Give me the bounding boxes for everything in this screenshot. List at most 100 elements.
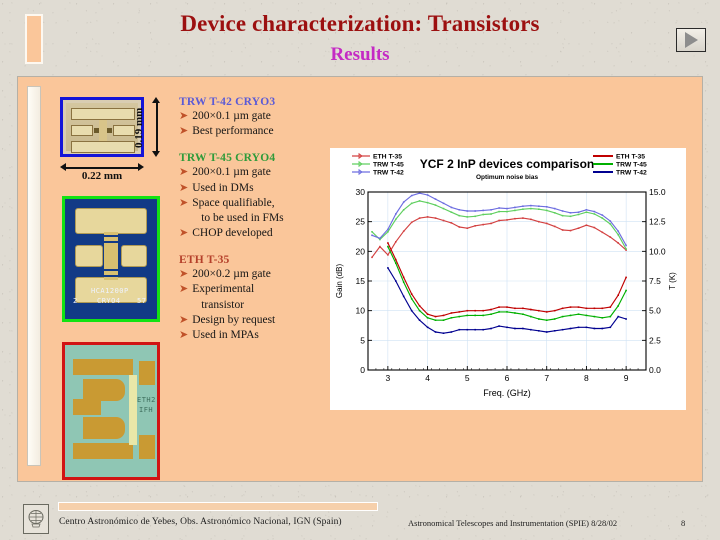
bullet-line: to be used in FMs (201, 211, 284, 224)
bullet-text: Design by request (192, 313, 276, 326)
bullet-text: 200×0.2 µm gate (192, 268, 271, 281)
bullet-line: Experimental (192, 283, 255, 296)
svg-text:0.0: 0.0 (649, 365, 661, 375)
svg-text:TRW T-45: TRW T-45 (616, 162, 647, 169)
bullet-text: 200×0.1 µm gate (192, 110, 271, 122)
group-heading: TRW T-42 CRYO3 (179, 96, 276, 108)
svg-text:7.5: 7.5 (649, 276, 661, 286)
bullet-marker-icon: ➤ (179, 181, 189, 194)
bullet-text-column: TRW T-42 CRYO3 ➤ 200×0.1 µm gate ➤ Best … (179, 96, 327, 345)
dimension-label-height: 0.19 mm (133, 107, 145, 149)
svg-text:12.5: 12.5 (649, 217, 666, 227)
svg-text:5: 5 (360, 335, 365, 345)
svg-text:15: 15 (356, 276, 366, 286)
bullet-text: Space qualifiable, to be used in FMs (192, 196, 327, 226)
bullet-item: ➤ Used in DMs (179, 181, 327, 196)
bullet-text: Used in DMs (192, 181, 254, 194)
svg-text:ETH T-35: ETH T-35 (616, 154, 645, 161)
chip2-label-cryo: CRYO4 (97, 297, 121, 305)
svg-text:7: 7 (544, 373, 549, 383)
bullet-marker-icon: ➤ (179, 328, 189, 341)
header-accent-block (25, 14, 43, 64)
svg-text:4: 4 (425, 373, 430, 383)
play-triangle-icon (684, 32, 698, 48)
svg-text:ETH T-35: ETH T-35 (373, 154, 402, 161)
page-subtitle: Results (330, 44, 390, 65)
footer-page-number: 8 (681, 518, 686, 528)
page-title: Device characterization: Transistors (180, 11, 540, 36)
bullet-marker-icon: ➤ (179, 313, 189, 326)
group-heading: TRW T-45 CRYO4 (179, 152, 276, 165)
svg-text:2.5: 2.5 (649, 335, 661, 345)
svg-text:10.0: 10.0 (649, 246, 666, 256)
footer-institution: Centro Astronómico de Yebes, Obs. Astron… (59, 517, 342, 527)
svg-text:5: 5 (465, 373, 470, 383)
bullet-marker-icon: ➤ (179, 110, 189, 122)
chip2-label-num1: 2 (73, 297, 78, 305)
group-trw-t42: TRW T-42 CRYO3 ➤ 200×0.1 µm gate ➤ Best … (179, 96, 327, 139)
chip2-label-num2: 57 (137, 297, 147, 305)
chip-photo-trw-t45: HCA1200P CRYO4 2 57 (62, 196, 160, 322)
chip3-label-eth: ETH2 (137, 396, 156, 404)
svg-text:YCF 2 InP devices comparison: YCF 2 InP devices comparison (420, 157, 595, 171)
footer-accent-bar (58, 502, 378, 511)
observatory-logo-icon (23, 504, 49, 534)
bullet-marker-icon: ➤ (179, 166, 189, 179)
chart-container: YCF 2 InP devices comparison Optimum nois… (330, 148, 686, 410)
panel-side-bar (27, 86, 41, 466)
svg-text:8: 8 (584, 373, 589, 383)
svg-text:T (K): T (K) (668, 272, 677, 290)
footer-conference: Astronomical Telescopes and Instrumentat… (408, 518, 618, 528)
dimension-label-width: 0.22 mm (81, 170, 123, 182)
bullet-item: ➤ CHOP developed (179, 226, 327, 241)
bullet-item: ➤ Experimental transistor (179, 282, 327, 312)
svg-text:20: 20 (356, 246, 366, 256)
svg-text:TRW T-42: TRW T-42 (373, 170, 404, 177)
svg-text:TRW T-42: TRW T-42 (616, 170, 647, 177)
dimension-arrow-vertical (152, 97, 161, 157)
svg-text:Optimum noise bias: Optimum noise bias (476, 174, 539, 181)
bullet-text: Used in MPAs (192, 328, 259, 341)
svg-text:15.0: 15.0 (649, 187, 666, 197)
bullet-item: ➤ Space qualifiable, to be used in FMs (179, 196, 327, 226)
svg-text:6: 6 (505, 373, 510, 383)
svg-text:9: 9 (624, 373, 629, 383)
chip-photo-trw-t42 (60, 97, 144, 157)
bullet-item: ➤ 200×0.2 µm gate (179, 267, 327, 282)
bullet-marker-icon: ➤ (179, 227, 189, 240)
bullet-text: Experimental transistor (192, 282, 327, 312)
bullet-marker-icon: ➤ (179, 268, 189, 281)
bullet-line: transistor (201, 298, 245, 311)
bullet-marker-icon: ➤ (179, 125, 189, 138)
group-heading: ETH T-35 (179, 254, 230, 267)
svg-text:25: 25 (356, 217, 366, 227)
svg-text:0: 0 (360, 365, 365, 375)
next-slide-button[interactable] (676, 28, 706, 52)
bullet-text: 200×0.1 µm gate (192, 166, 271, 179)
bullet-marker-icon: ➤ (179, 196, 189, 209)
svg-text:Freq. (GHz): Freq. (GHz) (483, 388, 531, 398)
chip2-label-part: HCA1200P (91, 287, 129, 295)
devices-comparison-chart: YCF 2 InP devices comparison Optimum nois… (335, 152, 677, 398)
bullet-item: ➤ 200×0.1 µm gate (179, 109, 327, 124)
bullet-text: Best performance (192, 125, 274, 138)
svg-text:TRW T-45: TRW T-45 (373, 162, 404, 169)
svg-text:Gain (dB): Gain (dB) (335, 264, 344, 299)
svg-text:30: 30 (356, 187, 366, 197)
bullet-item: ➤ 200×0.1 µm gate (179, 165, 327, 180)
bullet-line: Space qualifiable, (192, 196, 275, 209)
bullet-marker-icon: ➤ (179, 283, 189, 296)
svg-text:3: 3 (385, 373, 390, 383)
svg-text:10: 10 (356, 306, 366, 316)
die-surface (66, 103, 138, 153)
chip3-label-ifh: IFH (139, 406, 154, 414)
group-trw-t45: TRW T-45 CRYO4 ➤ 200×0.1 µm gate ➤ Used … (179, 152, 327, 241)
bullet-item: ➤ Design by request (179, 313, 327, 328)
bullet-text: CHOP developed (192, 227, 273, 240)
chip-photo-eth-t35: ETH2 IFH (62, 342, 160, 480)
group-eth-t35: ETH T-35 ➤ 200×0.2 µm gate ➤ Experimenta… (179, 254, 327, 343)
svg-text:5.0: 5.0 (649, 306, 661, 316)
bullet-item: ➤ Used in MPAs (179, 328, 327, 343)
